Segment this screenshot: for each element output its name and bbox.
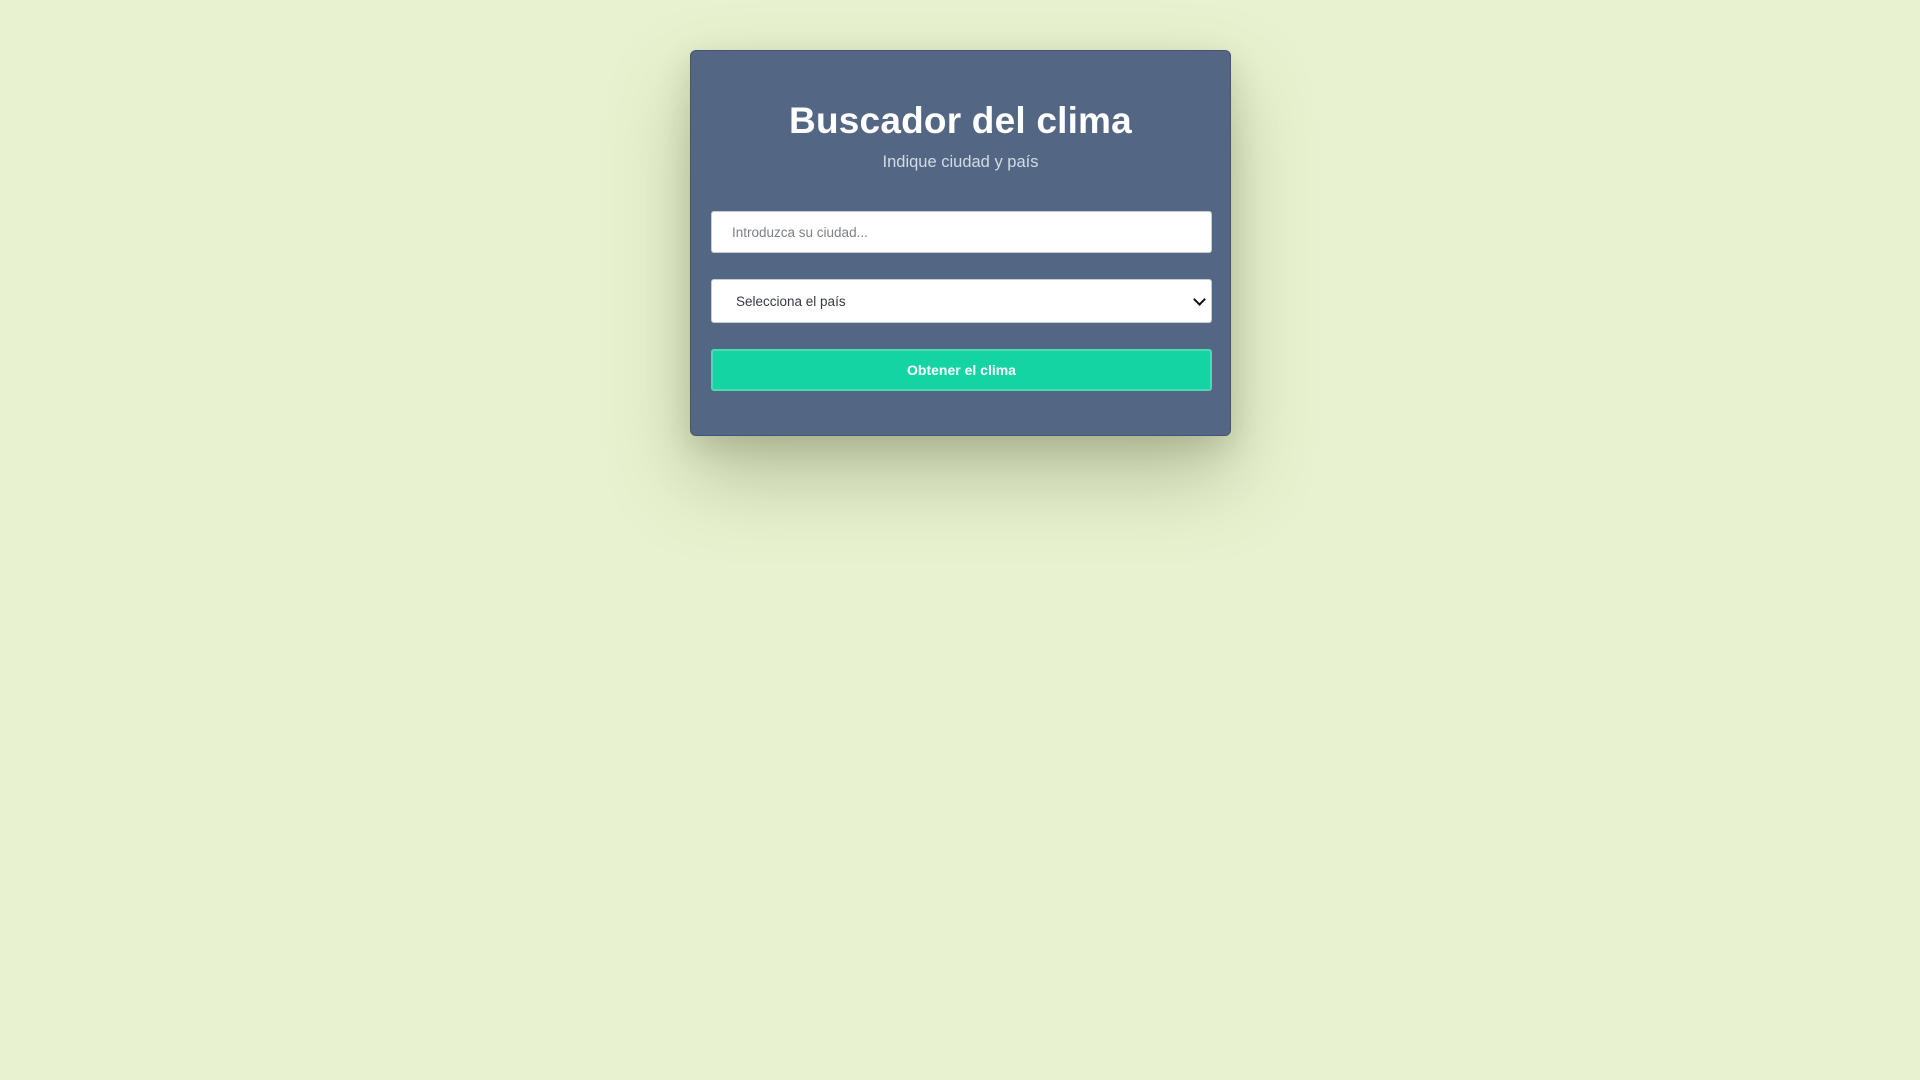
weather-search-card: Buscador del clima Indique ciudad y país…	[690, 50, 1231, 436]
get-weather-button[interactable]: Obtener el clima	[711, 349, 1212, 391]
country-select[interactable]: Selecciona el país	[711, 279, 1212, 323]
page-subtitle: Indique ciudad y país	[882, 153, 1039, 171]
chevron-down-icon	[1193, 293, 1206, 306]
city-input[interactable]	[711, 211, 1212, 253]
page-title: Buscador del clima	[789, 100, 1132, 141]
country-select-value: Selecciona el país	[736, 293, 846, 309]
page: Buscador del clima Indique ciudad y país…	[0, 0, 1920, 1080]
